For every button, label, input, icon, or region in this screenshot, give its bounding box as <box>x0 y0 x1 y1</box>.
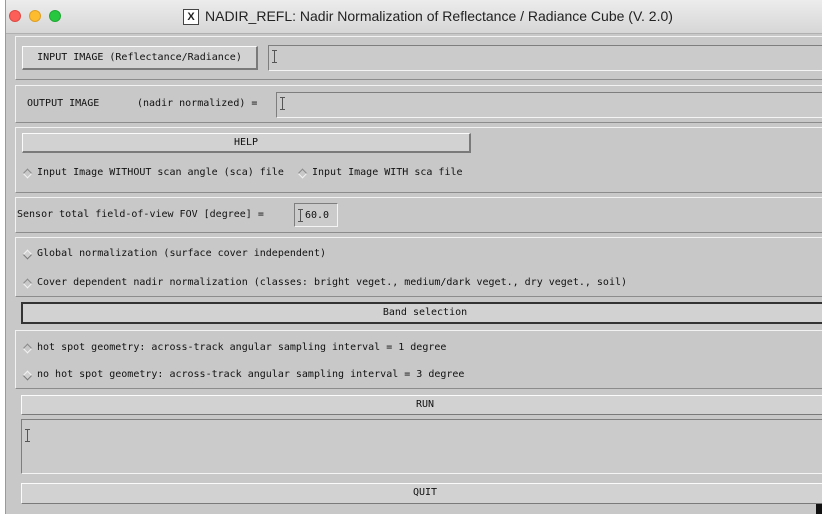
quit-button[interactable]: QUIT <box>21 483 822 504</box>
normalization-panel: Global normalization (surface cover inde… <box>15 237 822 297</box>
text-cursor-icon <box>298 209 303 222</box>
input-image-button[interactable]: INPUT IMAGE (Reflectance/Radiance) <box>22 46 258 70</box>
fov-panel: Sensor total field-of-view FOV [degree] … <box>15 197 822 233</box>
output-image-panel: OUTPUT IMAGE (nadir normalized) = <box>15 85 822 123</box>
run-button[interactable]: RUN <box>21 395 822 415</box>
log-text-area[interactable] <box>21 419 822 474</box>
sca-option-without-label: Input Image WITHOUT scan angle (sca) fil… <box>37 167 284 178</box>
radio-diamond-icon <box>22 168 33 179</box>
x11-app-icon: X <box>183 9 199 25</box>
input-image-field[interactable] <box>268 45 822 71</box>
text-cursor-icon <box>280 97 285 110</box>
help-panel: HELP Input Image WITHOUT scan angle (sca… <box>15 127 822 193</box>
close-window-button[interactable] <box>9 10 21 22</box>
no-hotspot-option-label: no hot spot geometry: across-track angul… <box>37 369 465 380</box>
app-window: X NADIR_REFL: Nadir Normalization of Ref… <box>5 0 822 514</box>
minimize-window-button[interactable] <box>29 10 41 22</box>
radio-diamond-icon <box>297 168 308 179</box>
radio-diamond-icon <box>22 343 33 354</box>
radio-diamond-icon <box>22 370 33 381</box>
output-nadir-label: (nadir normalized) = <box>137 98 258 109</box>
window-title: NADIR_REFL: Nadir Normalization of Refle… <box>205 8 673 24</box>
cover-dependent-label: Cover dependent nadir normalization (cla… <box>37 277 628 288</box>
help-button[interactable]: HELP <box>22 133 471 153</box>
hotspot-panel: hot spot geometry: across-track angular … <box>15 330 822 389</box>
fov-value: 60.0 <box>305 210 330 221</box>
input-image-panel: INPUT IMAGE (Reflectance/Radiance) <box>15 36 822 80</box>
fov-label: Sensor total field-of-view FOV [degree] … <box>17 209 264 220</box>
fov-field[interactable]: 60.0 <box>294 203 338 227</box>
band-selection-button[interactable]: Band selection <box>21 302 822 324</box>
text-cursor-icon <box>272 50 277 63</box>
radio-diamond-icon <box>22 249 33 260</box>
hotspot-option-label: hot spot geometry: across-track angular … <box>37 342 447 353</box>
title-bar: X NADIR_REFL: Nadir Normalization of Ref… <box>6 0 822 34</box>
output-image-label: OUTPUT IMAGE <box>27 98 100 109</box>
output-image-field[interactable] <box>276 92 822 118</box>
resize-grip[interactable] <box>816 504 822 514</box>
global-normalization-label: Global normalization (surface cover inde… <box>37 248 326 259</box>
zoom-window-button[interactable] <box>49 10 61 22</box>
text-cursor-icon <box>25 429 30 442</box>
radio-diamond-icon <box>22 278 33 289</box>
sca-option-with-label: Input Image WITH sca file <box>312 167 463 178</box>
